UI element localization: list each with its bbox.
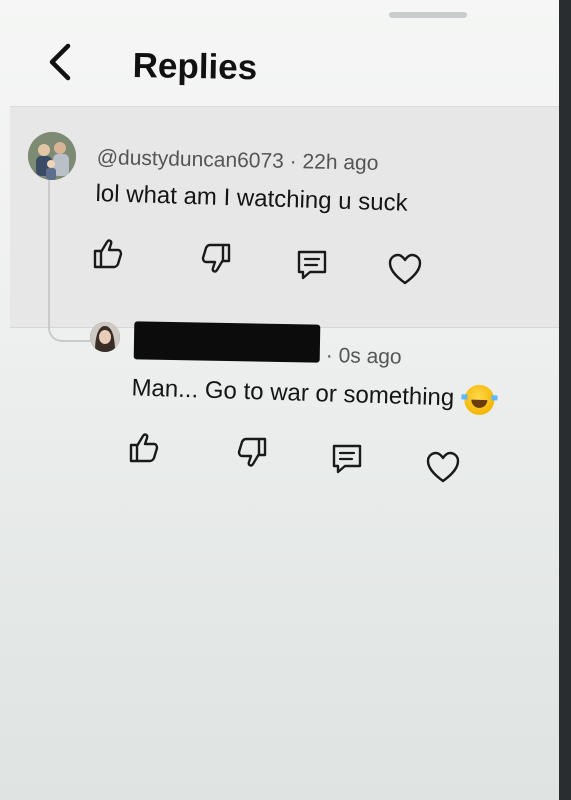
comment-icon — [332, 444, 362, 474]
thumbs-down-icon — [237, 437, 267, 467]
page-title: Replies — [132, 46, 258, 88]
avatar[interactable] — [90, 322, 120, 352]
comment-text: Man... Go to war or something — [131, 374, 495, 416]
meta-separator: · — [289, 150, 303, 174]
thumbs-down-icon — [201, 243, 231, 273]
heart-icon — [426, 451, 460, 483]
header: Replies — [0, 0, 559, 106]
reply-button[interactable] — [328, 440, 366, 478]
laughing-tears-emoji — [463, 384, 495, 416]
dislike-button[interactable] — [234, 434, 272, 472]
comment-time: 22h ago — [302, 150, 379, 175]
avatar[interactable] — [28, 132, 76, 180]
thread-connector-line — [48, 180, 90, 342]
dislike-button[interactable] — [198, 240, 236, 278]
comment-icon — [297, 250, 327, 280]
comment-meta: · 0s ago — [325, 344, 402, 370]
comment-time: 0s ago — [338, 344, 402, 369]
redacted-username — [133, 321, 321, 363]
comment-username[interactable]: @dustyduncan6073 — [97, 146, 285, 173]
back-button[interactable] — [42, 40, 82, 84]
like-button[interactable] — [88, 234, 126, 272]
replies-screen: Replies @dustyduncan6073 · 22h ago lol w… — [0, 0, 559, 800]
profile-photo — [28, 132, 76, 180]
heart-button[interactable] — [424, 448, 462, 486]
reply-button[interactable] — [293, 246, 331, 284]
thumbs-up-icon — [93, 239, 123, 269]
parent-comment-container — [10, 106, 559, 328]
comment-body: Man... Go to war or something — [131, 374, 455, 412]
heart-button[interactable] — [386, 250, 424, 288]
meta-separator: · — [325, 344, 339, 368]
chevron-left-icon — [49, 43, 71, 81]
thumbs-up-icon — [129, 433, 159, 463]
like-button[interactable] — [124, 428, 162, 466]
profile-photo — [90, 322, 120, 352]
heart-icon — [388, 253, 422, 285]
